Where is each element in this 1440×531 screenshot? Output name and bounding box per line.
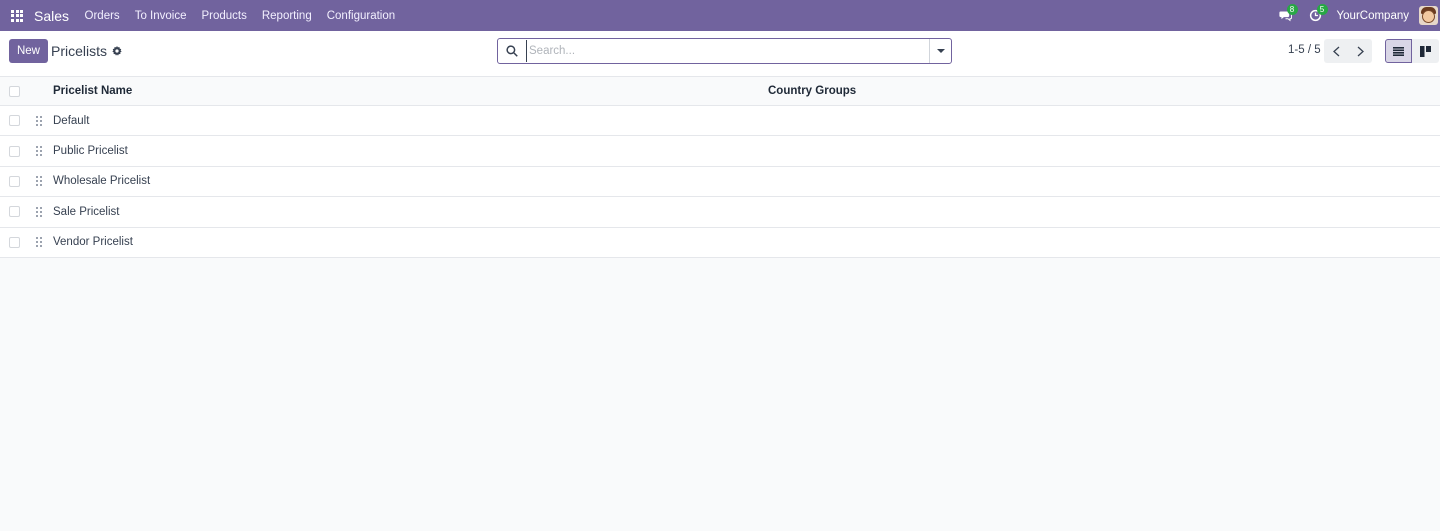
drag-handle-icon[interactable] xyxy=(36,206,42,217)
drag-handle-icon[interactable] xyxy=(36,176,42,187)
row-checkbox[interactable] xyxy=(9,175,20,187)
apps-menu-icon[interactable] xyxy=(0,0,34,31)
search-options-toggle[interactable] xyxy=(929,39,951,63)
messages-count-badge: 8 xyxy=(1286,4,1298,15)
table-header-row: Pricelist Name Country Groups xyxy=(0,77,1440,106)
company-switcher[interactable]: YourCompany xyxy=(1337,10,1409,22)
pricelist-name-cell: Wholesale Pricelist xyxy=(53,175,151,188)
table-row[interactable]: Default xyxy=(0,106,1440,137)
messages-button[interactable]: 8 xyxy=(1271,0,1301,31)
menu-orders[interactable]: Orders xyxy=(77,10,127,22)
pricelist-name-cell: Public Pricelist xyxy=(53,145,128,158)
control-panel: New Pricelists 1-5 / 5 xyxy=(0,31,1440,77)
activities-button[interactable]: 5 xyxy=(1301,0,1331,31)
menu-products[interactable]: Products xyxy=(194,10,254,22)
pager-next-button[interactable] xyxy=(1348,39,1372,63)
kanban-icon xyxy=(1420,45,1431,57)
chevron-right-icon xyxy=(1357,46,1364,56)
table-row[interactable]: Public Pricelist xyxy=(0,136,1440,167)
search-bar xyxy=(497,38,952,64)
pager-previous-button[interactable] xyxy=(1324,39,1348,63)
table-row[interactable]: Wholesale Pricelist xyxy=(0,167,1440,198)
column-header-pricelist-name[interactable]: Pricelist Name xyxy=(53,85,132,97)
chevron-left-icon xyxy=(1332,46,1339,56)
row-checkbox[interactable] xyxy=(9,236,20,248)
gear-icon[interactable] xyxy=(112,46,122,56)
drag-handle-icon[interactable] xyxy=(36,237,42,248)
menu-reporting[interactable]: Reporting xyxy=(254,10,319,22)
row-checkbox[interactable] xyxy=(9,206,20,218)
table-row[interactable]: Sale Pricelist xyxy=(0,197,1440,228)
drag-handle-icon[interactable] xyxy=(36,115,42,126)
new-button[interactable]: New xyxy=(9,39,48,63)
row-checkbox[interactable] xyxy=(9,145,20,157)
column-header-country-groups[interactable]: Country Groups xyxy=(768,85,856,97)
search-icon xyxy=(498,45,526,57)
select-all-checkbox[interactable] xyxy=(9,85,20,97)
pricelist-name-cell: Sale Pricelist xyxy=(53,205,120,218)
activities-count-badge: 5 xyxy=(1316,4,1328,15)
menu-configuration[interactable]: Configuration xyxy=(319,10,402,22)
menu-to-invoice[interactable]: To Invoice xyxy=(127,10,194,22)
kanban-view-button[interactable] xyxy=(1412,39,1439,63)
app-name[interactable]: Sales xyxy=(34,8,69,24)
table-row[interactable]: Vendor Pricelist xyxy=(0,228,1440,258)
breadcrumb: Pricelists xyxy=(51,43,122,59)
pricelist-name-cell: Vendor Pricelist xyxy=(53,236,133,249)
pager-value[interactable]: 1-5 / 5 xyxy=(1288,44,1321,56)
row-checkbox[interactable] xyxy=(9,115,20,127)
drag-handle-icon[interactable] xyxy=(36,146,42,157)
pricelist-name-cell: Default xyxy=(53,114,90,127)
top-navbar: Sales Orders To Invoice Products Reporti… xyxy=(0,0,1440,31)
pricelist-table: Pricelist Name Country Groups Default Pu… xyxy=(0,77,1440,258)
user-avatar[interactable] xyxy=(1419,6,1438,25)
list-view-button[interactable] xyxy=(1385,39,1412,63)
chevron-down-icon xyxy=(936,49,945,53)
page-title: Pricelists xyxy=(51,43,108,59)
list-icon xyxy=(1393,46,1404,56)
search-input[interactable] xyxy=(526,40,929,62)
